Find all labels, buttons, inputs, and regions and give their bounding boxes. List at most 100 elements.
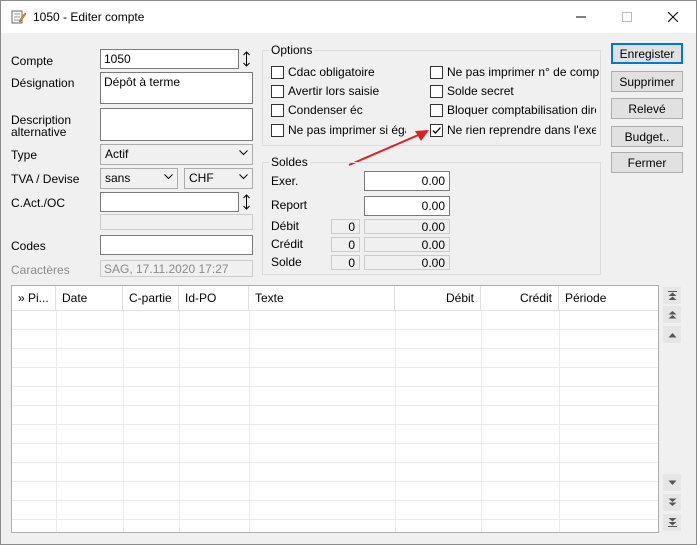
save-button[interactable]: Enregister (611, 43, 683, 64)
scroll-page-down-icon (668, 498, 676, 506)
close-button[interactable] (650, 1, 696, 33)
options-group-title: Options (269, 43, 315, 57)
compte-spin-icon[interactable] (241, 49, 252, 69)
description-input[interactable] (100, 108, 253, 141)
delete-button[interactable]: Supprimer (611, 71, 683, 92)
credit-count: 0 (331, 237, 360, 252)
scroll-last-button[interactable] (663, 514, 681, 531)
checkbox-icon (271, 103, 284, 117)
col-header-credit[interactable]: Crédit (481, 286, 559, 311)
scroll-bottom-icon (667, 518, 677, 527)
budget-button[interactable]: Budget.. (611, 126, 683, 147)
maximize-button[interactable] (604, 1, 650, 33)
scroll-up-button[interactable] (663, 326, 681, 343)
col-header-date[interactable]: Date (56, 286, 123, 311)
option-label: Cdac obligatoire (288, 65, 375, 79)
checkbox-icon (271, 65, 284, 79)
option-label: Condenser éc (288, 103, 363, 117)
checkbox-icon (430, 103, 443, 117)
tva-select[interactable]: sans (100, 168, 178, 189)
chevron-down-icon (668, 480, 676, 485)
type-value: Actif (105, 147, 129, 161)
option-cdac-checkbox[interactable]: Cdac obligatoire (271, 65, 375, 79)
window-title: 1050 - Editer compte (33, 10, 145, 24)
debit-value: 0.00 (364, 219, 450, 234)
codes-label: Codes (11, 239, 46, 253)
solde-count: 0 (331, 255, 360, 270)
tva-value: sans (105, 171, 131, 185)
entries-table[interactable]: » Pi... Date C-partie Id-PO Texte Débit … (11, 285, 659, 533)
scroll-down-button[interactable] (663, 474, 681, 491)
devise-value: CHF (189, 171, 214, 185)
chevron-down-icon (239, 174, 248, 180)
minimize-button[interactable] (558, 1, 604, 33)
checkbox-icon (271, 123, 284, 137)
tva-label: TVA / Devise (11, 172, 80, 186)
chevron-down-icon (239, 150, 248, 156)
description-label-line2: alternative (11, 125, 67, 139)
compte-input[interactable]: 1050 (100, 49, 239, 69)
col-header-texte[interactable]: Texte (249, 286, 395, 311)
debit-label: Débit (271, 219, 300, 233)
cact-label: C.Act./OC (11, 196, 66, 210)
checkbox-icon (271, 84, 284, 98)
codes-input[interactable] (100, 235, 253, 255)
caracteres-label: Caractères (11, 263, 70, 277)
edit-account-window: 1050 - Editer compte Compte 1050 Désigna… (0, 0, 697, 545)
scroll-page-down-button[interactable] (663, 494, 681, 511)
option-label: Bloquer comptabilisation directe (447, 103, 596, 117)
option-bloquer-checkbox[interactable]: Bloquer comptabilisation directe (430, 103, 596, 117)
checkbox-icon (430, 65, 443, 79)
col-header-pi[interactable]: » Pi... (12, 286, 56, 311)
table-header: » Pi... Date C-partie Id-PO Texte Débit … (12, 286, 658, 311)
caracteres-field: SAG, 17.11.2020 17:27 (100, 260, 253, 277)
compte-label: Compte (11, 54, 54, 68)
option-label: Solde secret (447, 84, 514, 98)
option-ne-pas-imprimer-num-checkbox[interactable]: Ne pas imprimer n° de comp (430, 65, 599, 79)
option-solde-secret-checkbox[interactable]: Solde secret (430, 84, 514, 98)
col-header-debit[interactable]: Débit (395, 286, 481, 311)
option-label: Avertir lors saisie (288, 84, 380, 98)
notepad-edit-icon (10, 9, 27, 25)
exer-label: Exer. (271, 174, 299, 188)
option-label: Ne pas imprimer n° de comp (447, 65, 600, 79)
cact-description-field (100, 214, 253, 230)
option-ne-rien-reprendre-checkbox[interactable]: Ne rien reprendre dans l'exercic (430, 123, 596, 137)
cact-input[interactable] (100, 192, 239, 212)
close-icon (668, 12, 678, 22)
type-label: Type (11, 148, 38, 162)
option-avertir-checkbox[interactable]: Avertir lors saisie (271, 84, 379, 98)
debit-count: 0 (331, 219, 360, 234)
col-header-periode[interactable]: Période (559, 286, 658, 311)
scroll-page-up-icon (668, 311, 676, 319)
devise-select[interactable]: CHF (184, 168, 253, 189)
designation-input[interactable]: Dépôt à terme (100, 72, 253, 104)
chevron-down-icon (164, 174, 173, 180)
table-grid-lines (12, 311, 658, 532)
statement-button[interactable]: Relevé (611, 98, 683, 119)
checkbox-icon (430, 84, 443, 98)
solde-value: 0.00 (364, 255, 450, 270)
designation-label: Désignation (11, 76, 75, 90)
cact-spin-icon[interactable] (241, 192, 252, 212)
title-bar: 1050 - Editer compte (1, 1, 696, 33)
exer-input[interactable]: 0.00 (364, 171, 450, 191)
report-input[interactable]: 0.00 (364, 196, 450, 216)
option-condenser-checkbox[interactable]: Condenser éc (271, 103, 363, 117)
close-form-button[interactable]: Fermer (611, 152, 683, 173)
credit-value: 0.00 (364, 237, 450, 252)
option-label: Ne rien reprendre dans l'exercic (447, 123, 596, 137)
type-select[interactable]: Actif (100, 144, 253, 165)
scroll-top-icon (667, 291, 677, 300)
col-header-cpartie[interactable]: C-partie (123, 286, 179, 311)
col-header-idpo[interactable]: Id-PO (179, 286, 249, 311)
scroll-first-button[interactable] (663, 287, 681, 304)
scroll-page-up-button[interactable] (663, 306, 681, 323)
solde-label: Solde (271, 255, 302, 269)
minimize-icon (576, 16, 586, 18)
report-label: Report (271, 198, 308, 212)
soldes-group-title: Soldes (269, 155, 310, 169)
maximize-icon (622, 12, 632, 22)
chevron-up-icon (668, 332, 676, 337)
credit-label: Crédit (271, 237, 304, 251)
